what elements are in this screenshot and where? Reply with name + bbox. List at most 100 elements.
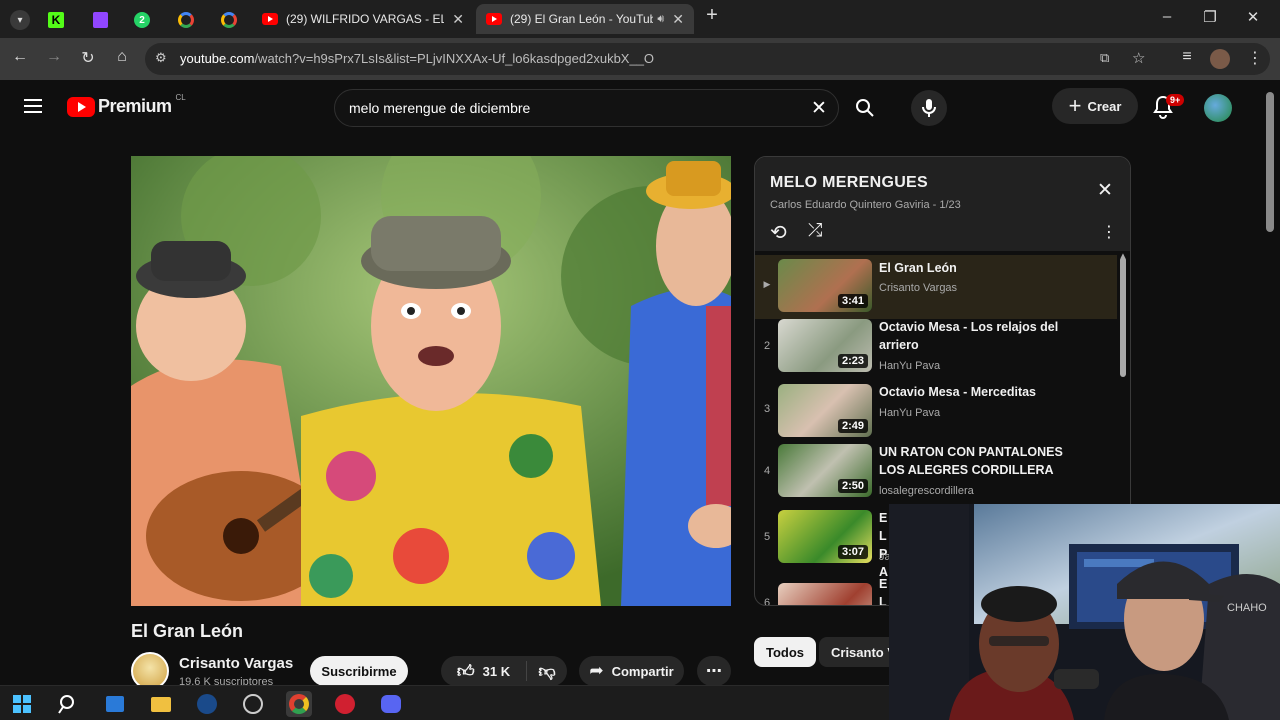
microphone-icon <box>922 99 936 117</box>
search-icon <box>856 99 874 117</box>
tab-search-button[interactable]: ▾ <box>2 7 38 33</box>
reload-button[interactable]: ↻ <box>76 48 100 68</box>
home-button[interactable]: ⌂ <box>110 48 134 66</box>
tab-el-gran-leon[interactable]: (29) El Gran León - YouTube 🔊︎ ✕ <box>476 4 694 34</box>
search-icon <box>58 695 74 714</box>
pinned-tab-google-2[interactable] <box>211 7 247 33</box>
tab-wilfrido-vargas[interactable]: (29) WILFRIDO VARGAS - EL AF ✕ <box>252 4 474 34</box>
playlist-item-title: Octavio Mesa - Merceditas <box>879 385 1037 399</box>
pinned-tab-google-1[interactable] <box>168 7 204 33</box>
window-close-button[interactable]: ✕ <box>1233 8 1273 26</box>
playlist-item[interactable]: 6 EL JA <box>755 575 890 605</box>
browser-menu-icon[interactable]: ⋮ <box>1243 48 1267 68</box>
subscribe-button[interactable]: Suscribirme <box>310 656 408 686</box>
video-thumbnail[interactable]: 2:23 <box>778 319 872 372</box>
thumbs-up-icon: 👍︎ <box>456 661 475 681</box>
channel-name[interactable]: Crisanto Vargas <box>179 655 293 672</box>
forward-button[interactable]: → <box>42 48 66 66</box>
new-tab-button[interactable]: + <box>692 4 732 27</box>
windows-start-button[interactable] <box>9 691 35 717</box>
taskbar-chrome[interactable] <box>286 691 312 717</box>
close-icon[interactable]: ✕ <box>672 11 684 28</box>
scroll-up-icon[interactable]: ▲ <box>1119 251 1127 260</box>
shuffle-icon[interactable]: ⤮ <box>808 220 822 241</box>
close-icon[interactable]: ✕ <box>452 11 464 28</box>
chevron-down-icon: ▾ <box>10 10 30 30</box>
chip-channel[interactable]: Crisanto V <box>819 637 889 667</box>
playlist-item[interactable]: ▶ 3:41 El Gran León Crisanto Vargas <box>755 255 1117 319</box>
playlist-subtitle: Carlos Eduardo Quintero Gaviria - 1/23 <box>770 199 961 211</box>
taskbar-app[interactable] <box>240 691 266 717</box>
video-player[interactable] <box>131 156 731 606</box>
restore-button[interactable]: ❐ <box>1190 8 1230 26</box>
bookmark-star-icon[interactable]: ☆ <box>1132 49 1145 67</box>
now-playing-icon: ▶ <box>763 279 771 289</box>
playlist-scrollbar[interactable] <box>1119 257 1127 377</box>
url-host: youtube.com <box>180 51 255 66</box>
taskbar-store[interactable] <box>102 691 128 717</box>
profile-avatar[interactable] <box>1210 49 1230 69</box>
playlist-item-index: 4 <box>763 465 771 477</box>
youtube-icon <box>486 13 502 25</box>
dislike-button[interactable]: 👎︎ <box>527 661 567 682</box>
menu-icon[interactable] <box>24 99 42 113</box>
video-thumbnail[interactable] <box>778 583 872 605</box>
taskbar-app-red[interactable] <box>332 691 358 717</box>
account-avatar[interactable] <box>1204 94 1232 122</box>
minimize-button[interactable]: – <box>1147 8 1187 25</box>
youtube-premium-logo[interactable]: Premium CL <box>67 93 186 117</box>
youtube-icon <box>262 13 278 25</box>
webcam-overlay: CHAHO <box>889 504 1280 720</box>
taskbar-steam[interactable] <box>194 691 220 717</box>
clear-search-icon[interactable]: ✕ <box>811 97 827 120</box>
discord-icon <box>381 695 401 713</box>
loop-icon[interactable]: ⟲ <box>770 220 787 245</box>
notification-badge: 9+ <box>1166 94 1185 106</box>
share-button[interactable]: ➦ Compartir <box>579 656 684 686</box>
url-text: youtube.com/watch?v=h9sPrx7LsIs&list=PLj… <box>180 51 654 66</box>
close-icon[interactable]: ✕ <box>1097 179 1113 202</box>
tab-title: (29) WILFRIDO VARGAS - EL AF <box>286 12 445 26</box>
app-red-icon <box>335 694 355 714</box>
install-app-icon[interactable]: ⧉ <box>1100 50 1109 66</box>
playlist-item[interactable]: 2 2:23 Octavio Mesa - Los relajos del ar… <box>755 318 1117 382</box>
steam-icon <box>197 694 217 714</box>
url-path: /watch?v=h9sPrx7LsIs&list=PLjvINXXAx-Uf_… <box>254 51 655 66</box>
like-button[interactable]: 👍︎ 31 K <box>441 661 527 681</box>
search-button[interactable] <box>847 90 883 126</box>
scrollbar-thumb[interactable] <box>1266 92 1274 232</box>
taskbar-discord[interactable] <box>378 691 404 717</box>
pinned-tab-whatsapp[interactable]: 2 <box>124 7 160 33</box>
site-info-icon[interactable]: ⚙ <box>155 50 167 66</box>
back-button[interactable]: ← <box>8 48 32 66</box>
windows-taskbar <box>0 685 889 720</box>
taskbar-file-explorer[interactable] <box>148 691 174 717</box>
voice-search-button[interactable] <box>911 90 947 126</box>
pinned-tab-twitch[interactable] <box>82 7 118 33</box>
playlist-item[interactable]: 3 2:49 Octavio Mesa - Merceditas HanYu P… <box>755 383 1117 447</box>
speaker-icon[interactable]: 🔊︎ <box>657 13 664 26</box>
media-control-icon[interactable]: ≡ <box>1175 48 1199 66</box>
playlist-item-index: 3 <box>763 403 771 415</box>
chip-all[interactable]: Todos <box>754 637 817 667</box>
search-input[interactable]: melo merengue de diciembre ✕ <box>334 89 839 127</box>
playlist-title[interactable]: MELO MERENGUES <box>770 174 928 192</box>
playlist-item[interactable]: 4 2:50 UN RATON CON PANTALONES LOS ALEGR… <box>755 443 1117 507</box>
taskbar-search-button[interactable] <box>55 691 81 717</box>
address-bar[interactable]: ⚙ youtube.com/watch?v=h9sPrx7LsIs&list=P… <box>145 43 1270 75</box>
twitch-icon <box>92 12 108 28</box>
video-thumbnail[interactable]: 3:41 <box>778 259 872 312</box>
create-button[interactable]: + Crear <box>1052 88 1138 124</box>
playlist-item[interactable]: 5 3:07 EL PA Ja <box>755 509 891 579</box>
webcam-image: CHAHO <box>889 504 1280 720</box>
pinned-tab-kick[interactable]: K <box>38 7 74 33</box>
thumbs-down-icon: 👎︎ <box>538 661 556 681</box>
video-thumbnail[interactable]: 2:49 <box>778 384 872 437</box>
more-actions-button[interactable]: ⋯ <box>697 656 731 686</box>
playlist-menu-icon[interactable]: ⋮ <box>1101 222 1117 242</box>
scrollbar-thumb[interactable] <box>1120 257 1126 377</box>
playlist-item-index: 5 <box>763 531 771 543</box>
video-thumbnail[interactable]: 3:07 <box>778 510 872 563</box>
browser-toolbar: ← → ↻ ⌂ ⚙ youtube.com/watch?v=h9sPrx7LsI… <box>0 38 1280 80</box>
video-thumbnail[interactable]: 2:50 <box>778 444 872 497</box>
